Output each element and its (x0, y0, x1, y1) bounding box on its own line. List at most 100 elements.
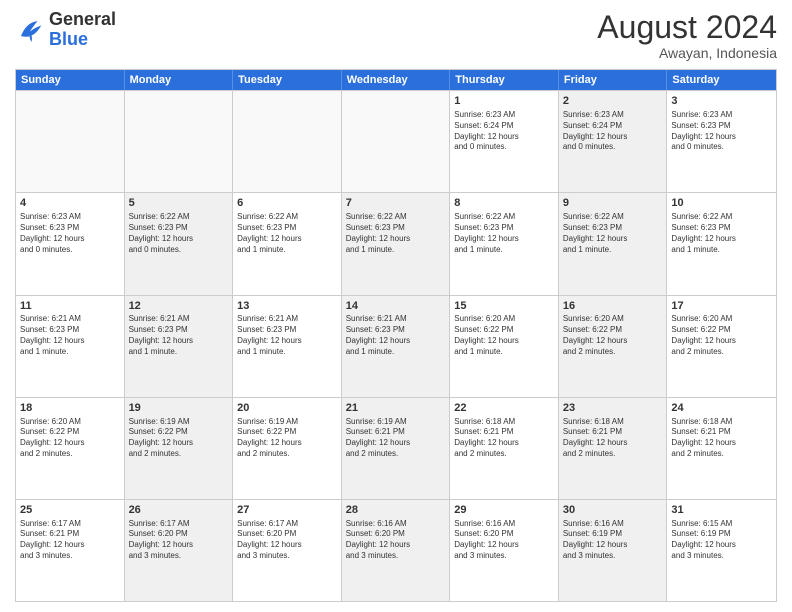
day-info: Sunrise: 6:20 AMSunset: 6:22 PMDaylight:… (20, 417, 120, 460)
day-info: Sunrise: 6:23 AMSunset: 6:23 PMDaylight:… (671, 110, 772, 153)
day-info: Sunrise: 6:22 AMSunset: 6:23 PMDaylight:… (671, 212, 772, 255)
calendar-row-2: 4Sunrise: 6:23 AMSunset: 6:23 PMDaylight… (16, 192, 776, 294)
day-number: 26 (129, 503, 229, 518)
header: General Blue August 2024 Awayan, Indones… (15, 10, 777, 61)
day-cell-13: 13Sunrise: 6:21 AMSunset: 6:23 PMDayligh… (233, 296, 342, 397)
header-day-sunday: Sunday (16, 70, 125, 90)
title-block: August 2024 Awayan, Indonesia (597, 10, 777, 61)
day-info: Sunrise: 6:17 AMSunset: 6:21 PMDaylight:… (20, 519, 120, 562)
day-number: 8 (454, 196, 554, 211)
empty-cell (233, 91, 342, 192)
day-info: Sunrise: 6:18 AMSunset: 6:21 PMDaylight:… (563, 417, 663, 460)
day-info: Sunrise: 6:17 AMSunset: 6:20 PMDaylight:… (237, 519, 337, 562)
calendar-row-4: 18Sunrise: 6:20 AMSunset: 6:22 PMDayligh… (16, 397, 776, 499)
day-cell-1: 1Sunrise: 6:23 AMSunset: 6:24 PMDaylight… (450, 91, 559, 192)
day-cell-19: 19Sunrise: 6:19 AMSunset: 6:22 PMDayligh… (125, 398, 234, 499)
day-info: Sunrise: 6:20 AMSunset: 6:22 PMDaylight:… (454, 314, 554, 357)
day-cell-18: 18Sunrise: 6:20 AMSunset: 6:22 PMDayligh… (16, 398, 125, 499)
day-number: 21 (346, 401, 446, 416)
day-cell-23: 23Sunrise: 6:18 AMSunset: 6:21 PMDayligh… (559, 398, 668, 499)
day-number: 27 (237, 503, 337, 518)
day-cell-29: 29Sunrise: 6:16 AMSunset: 6:20 PMDayligh… (450, 500, 559, 601)
day-cell-21: 21Sunrise: 6:19 AMSunset: 6:21 PMDayligh… (342, 398, 451, 499)
day-cell-2: 2Sunrise: 6:23 AMSunset: 6:24 PMDaylight… (559, 91, 668, 192)
month-year: August 2024 (597, 10, 777, 45)
day-info: Sunrise: 6:15 AMSunset: 6:19 PMDaylight:… (671, 519, 772, 562)
calendar-row-5: 25Sunrise: 6:17 AMSunset: 6:21 PMDayligh… (16, 499, 776, 601)
day-cell-31: 31Sunrise: 6:15 AMSunset: 6:19 PMDayligh… (667, 500, 776, 601)
day-number: 11 (20, 299, 120, 314)
day-cell-4: 4Sunrise: 6:23 AMSunset: 6:23 PMDaylight… (16, 193, 125, 294)
day-info: Sunrise: 6:19 AMSunset: 6:22 PMDaylight:… (129, 417, 229, 460)
day-info: Sunrise: 6:21 AMSunset: 6:23 PMDaylight:… (237, 314, 337, 357)
day-info: Sunrise: 6:21 AMSunset: 6:23 PMDaylight:… (129, 314, 229, 357)
day-info: Sunrise: 6:19 AMSunset: 6:22 PMDaylight:… (237, 417, 337, 460)
day-number: 24 (671, 401, 772, 416)
day-number: 1 (454, 94, 554, 109)
day-cell-5: 5Sunrise: 6:22 AMSunset: 6:23 PMDaylight… (125, 193, 234, 294)
day-number: 19 (129, 401, 229, 416)
day-info: Sunrise: 6:23 AMSunset: 6:24 PMDaylight:… (454, 110, 554, 153)
empty-cell (342, 91, 451, 192)
day-cell-8: 8Sunrise: 6:22 AMSunset: 6:23 PMDaylight… (450, 193, 559, 294)
day-info: Sunrise: 6:16 AMSunset: 6:19 PMDaylight:… (563, 519, 663, 562)
day-info: Sunrise: 6:23 AMSunset: 6:24 PMDaylight:… (563, 110, 663, 153)
day-info: Sunrise: 6:21 AMSunset: 6:23 PMDaylight:… (346, 314, 446, 357)
day-number: 25 (20, 503, 120, 518)
day-info: Sunrise: 6:19 AMSunset: 6:21 PMDaylight:… (346, 417, 446, 460)
day-number: 22 (454, 401, 554, 416)
day-cell-27: 27Sunrise: 6:17 AMSunset: 6:20 PMDayligh… (233, 500, 342, 601)
calendar-header: SundayMondayTuesdayWednesdayThursdayFrid… (16, 70, 776, 90)
page: General Blue August 2024 Awayan, Indones… (0, 0, 792, 612)
day-info: Sunrise: 6:18 AMSunset: 6:21 PMDaylight:… (454, 417, 554, 460)
day-number: 10 (671, 196, 772, 211)
day-cell-15: 15Sunrise: 6:20 AMSunset: 6:22 PMDayligh… (450, 296, 559, 397)
day-cell-28: 28Sunrise: 6:16 AMSunset: 6:20 PMDayligh… (342, 500, 451, 601)
day-cell-7: 7Sunrise: 6:22 AMSunset: 6:23 PMDaylight… (342, 193, 451, 294)
day-info: Sunrise: 6:20 AMSunset: 6:22 PMDaylight:… (563, 314, 663, 357)
day-cell-25: 25Sunrise: 6:17 AMSunset: 6:21 PMDayligh… (16, 500, 125, 601)
day-info: Sunrise: 6:16 AMSunset: 6:20 PMDaylight:… (454, 519, 554, 562)
day-number: 20 (237, 401, 337, 416)
header-day-monday: Monday (125, 70, 234, 90)
day-info: Sunrise: 6:22 AMSunset: 6:23 PMDaylight:… (563, 212, 663, 255)
logo-general: General (49, 10, 116, 30)
day-info: Sunrise: 6:22 AMSunset: 6:23 PMDaylight:… (129, 212, 229, 255)
calendar-body: 1Sunrise: 6:23 AMSunset: 6:24 PMDaylight… (16, 90, 776, 601)
day-cell-3: 3Sunrise: 6:23 AMSunset: 6:23 PMDaylight… (667, 91, 776, 192)
day-cell-16: 16Sunrise: 6:20 AMSunset: 6:22 PMDayligh… (559, 296, 668, 397)
day-cell-26: 26Sunrise: 6:17 AMSunset: 6:20 PMDayligh… (125, 500, 234, 601)
day-info: Sunrise: 6:17 AMSunset: 6:20 PMDaylight:… (129, 519, 229, 562)
day-number: 17 (671, 299, 772, 314)
logo: General Blue (15, 10, 116, 50)
header-day-saturday: Saturday (667, 70, 776, 90)
day-number: 28 (346, 503, 446, 518)
day-number: 2 (563, 94, 663, 109)
header-day-thursday: Thursday (450, 70, 559, 90)
empty-cell (16, 91, 125, 192)
day-cell-14: 14Sunrise: 6:21 AMSunset: 6:23 PMDayligh… (342, 296, 451, 397)
day-number: 16 (563, 299, 663, 314)
day-number: 23 (563, 401, 663, 416)
day-info: Sunrise: 6:21 AMSunset: 6:23 PMDaylight:… (20, 314, 120, 357)
day-number: 14 (346, 299, 446, 314)
day-number: 4 (20, 196, 120, 211)
day-cell-12: 12Sunrise: 6:21 AMSunset: 6:23 PMDayligh… (125, 296, 234, 397)
day-info: Sunrise: 6:22 AMSunset: 6:23 PMDaylight:… (237, 212, 337, 255)
day-cell-24: 24Sunrise: 6:18 AMSunset: 6:21 PMDayligh… (667, 398, 776, 499)
day-info: Sunrise: 6:16 AMSunset: 6:20 PMDaylight:… (346, 519, 446, 562)
day-info: Sunrise: 6:22 AMSunset: 6:23 PMDaylight:… (454, 212, 554, 255)
calendar-row-1: 1Sunrise: 6:23 AMSunset: 6:24 PMDaylight… (16, 90, 776, 192)
header-day-wednesday: Wednesday (342, 70, 451, 90)
day-number: 31 (671, 503, 772, 518)
calendar: SundayMondayTuesdayWednesdayThursdayFrid… (15, 69, 777, 602)
day-number: 29 (454, 503, 554, 518)
day-number: 5 (129, 196, 229, 211)
day-info: Sunrise: 6:23 AMSunset: 6:23 PMDaylight:… (20, 212, 120, 255)
day-number: 6 (237, 196, 337, 211)
empty-cell (125, 91, 234, 192)
day-info: Sunrise: 6:20 AMSunset: 6:22 PMDaylight:… (671, 314, 772, 357)
logo-bird-icon (15, 15, 45, 45)
day-number: 9 (563, 196, 663, 211)
day-cell-30: 30Sunrise: 6:16 AMSunset: 6:19 PMDayligh… (559, 500, 668, 601)
